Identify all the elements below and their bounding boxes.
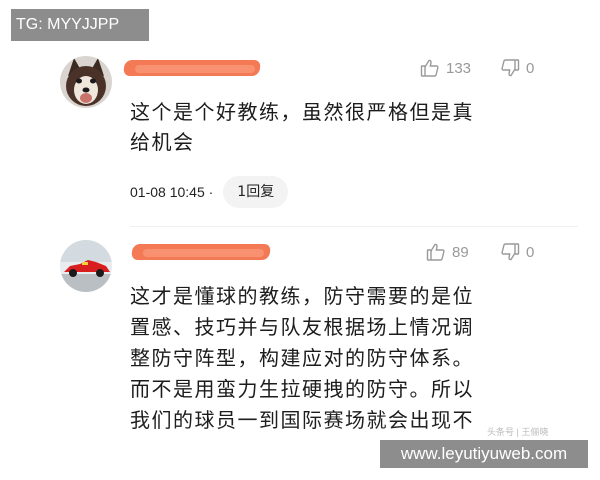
comment-text: 这才是懂球的教练，防守需要的是位 置感、技巧并与队友根据场上情况调 整防守阵型，… (130, 284, 474, 432)
thumbs-up-icon (420, 59, 439, 77)
comment-text: 这个是个好教练，虽然很严格但是真 给机会 (130, 100, 474, 154)
reply-count-button[interactable]: 1回复 (223, 176, 289, 208)
avatar[interactable] (60, 56, 112, 108)
thumbs-down-icon (501, 243, 520, 261)
dislike-count: 0 (526, 243, 535, 261)
source-watermark: 头条号 | 王俪晓 (487, 427, 549, 437)
like-button[interactable]: 133 (420, 58, 471, 78)
redacted-username (124, 60, 260, 76)
redacted-username (132, 244, 270, 260)
like-count: 133 (446, 59, 472, 77)
like-button[interactable]: 89 (426, 242, 469, 262)
dislike-count: 0 (526, 59, 535, 77)
dislike-button[interactable]: 0 (500, 58, 534, 78)
divider (130, 226, 578, 227)
like-count: 89 (452, 243, 469, 261)
husky-dog-avatar-icon (60, 56, 112, 108)
thumbs-up-icon (426, 243, 445, 261)
avatar[interactable] (60, 240, 112, 292)
timestamp: 01-08 10:45 · (130, 184, 214, 200)
comment-meta: 01-08 10:45 · 1回复 (130, 176, 289, 208)
site-watermark-badge: www.leyutiyuweb.com (380, 440, 588, 468)
thumbs-down-icon (501, 59, 520, 77)
tg-watermark-badge: TG: MYYJJPP (11, 9, 149, 41)
red-race-car-avatar-icon (60, 240, 112, 292)
dislike-button[interactable]: 0 (500, 242, 534, 262)
